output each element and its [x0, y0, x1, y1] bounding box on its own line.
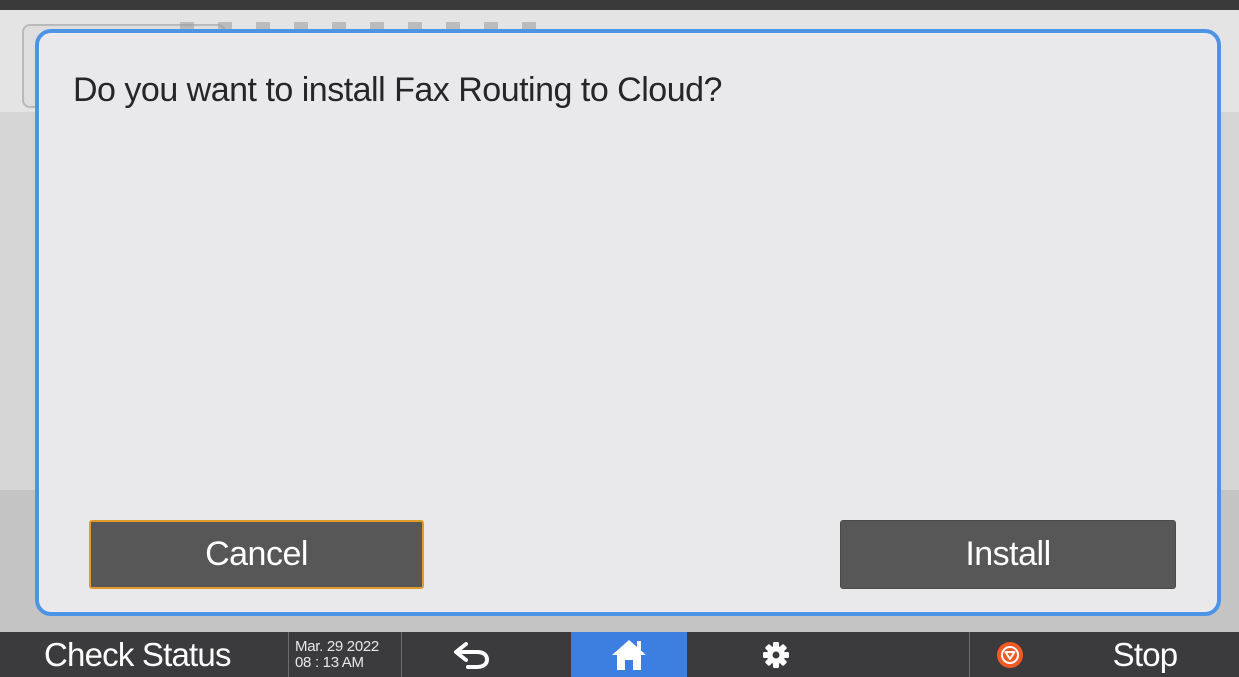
dialog-message: Do you want to install Fax Routing to Cl…: [73, 71, 722, 109]
check-status-button[interactable]: Check Status: [44, 632, 264, 677]
background-top-edge: [0, 0, 1239, 10]
back-arrow-icon: [452, 640, 492, 670]
system-bar-divider: [969, 632, 970, 677]
time-text: 08 : 13 AM: [295, 653, 364, 671]
date-time-display: Mar. 29 2022 08 : 13 AM: [288, 632, 402, 677]
install-confirmation-dialog: Do you want to install Fax Routing to Cl…: [35, 29, 1221, 616]
settings-button[interactable]: [740, 632, 812, 677]
install-button[interactable]: Install: [840, 520, 1176, 589]
home-button[interactable]: [571, 632, 687, 677]
date-text: Mar. 29 2022: [295, 637, 379, 655]
home-icon: [609, 637, 649, 673]
gear-icon: [762, 641, 790, 669]
cancel-button[interactable]: Cancel: [89, 520, 424, 589]
back-button[interactable]: [437, 632, 507, 677]
system-bar: Check Status Mar. 29 2022 08 : 13 AM Sto…: [0, 632, 1239, 677]
stop-icon: [996, 641, 1024, 669]
stop-button[interactable]: Stop: [1090, 632, 1200, 677]
stop-icon-button[interactable]: [985, 632, 1035, 677]
